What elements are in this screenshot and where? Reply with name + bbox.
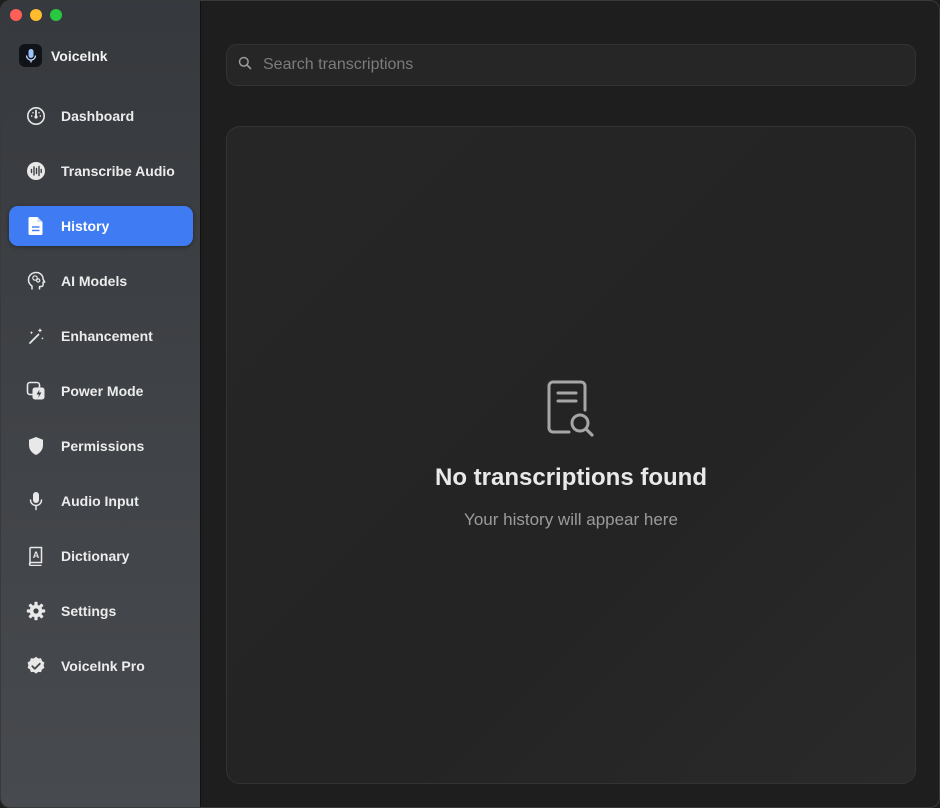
- sidebar-item-dictionary[interactable]: A Dictionary: [9, 536, 193, 576]
- app-brand: VoiceInk: [19, 44, 108, 67]
- power-mode-icon: [25, 380, 47, 402]
- app-window: VoiceInk Dashboard Transcribe Audio Hist…: [0, 0, 940, 808]
- empty-state: No transcriptions found Your history wil…: [227, 380, 915, 530]
- sidebar: VoiceInk Dashboard Transcribe Audio Hist…: [1, 1, 201, 807]
- app-name: VoiceInk: [51, 47, 108, 64]
- waveform-icon: [25, 160, 47, 182]
- empty-state-subtitle: Your history will appear here: [464, 510, 678, 529]
- main-content: No transcriptions found Your history wil…: [202, 1, 939, 807]
- sidebar-item-label: Power Mode: [61, 383, 144, 399]
- microphone-icon: [25, 490, 47, 512]
- sidebar-item-label: AI Models: [61, 273, 128, 289]
- sidebar-item-label: History: [61, 218, 110, 234]
- sidebar-nav: Dashboard Transcribe Audio History AI Mo…: [9, 96, 193, 701]
- sidebar-item-dashboard[interactable]: Dashboard: [9, 96, 193, 136]
- sidebar-item-label: Dictionary: [61, 548, 130, 564]
- sidebar-item-voiceink-pro[interactable]: VoiceInk Pro: [9, 646, 193, 686]
- history-panel: No transcriptions found Your history wil…: [226, 126, 916, 784]
- gauge-icon: [25, 105, 47, 127]
- window-controls: [10, 9, 62, 21]
- search-bar[interactable]: [226, 44, 916, 86]
- minimize-window-button[interactable]: [30, 9, 42, 21]
- sidebar-item-label: Audio Input: [61, 493, 139, 509]
- sidebar-item-label: Dashboard: [61, 108, 135, 124]
- sidebar-item-history[interactable]: History: [9, 206, 193, 246]
- app-logo-icon: [19, 44, 42, 67]
- maximize-window-button[interactable]: [50, 9, 62, 21]
- sidebar-item-settings[interactable]: Settings: [9, 591, 193, 631]
- verified-badge-icon: [25, 655, 47, 677]
- close-window-button[interactable]: [10, 9, 22, 21]
- shield-icon: [25, 435, 47, 457]
- sidebar-item-audio-input[interactable]: Audio Input: [9, 481, 193, 521]
- sidebar-item-permissions[interactable]: Permissions: [9, 426, 193, 466]
- svg-text:A: A: [33, 550, 40, 560]
- magic-wand-icon: [25, 325, 47, 347]
- sidebar-item-enhancement[interactable]: Enhancement: [9, 316, 193, 356]
- dictionary-icon: A: [25, 545, 47, 567]
- sidebar-item-power-mode[interactable]: Power Mode: [9, 371, 193, 411]
- sidebar-item-label: Enhancement: [61, 328, 153, 344]
- sidebar-item-label: Permissions: [61, 438, 145, 454]
- empty-state-title: No transcriptions found: [435, 464, 707, 491]
- document-icon: [25, 215, 47, 237]
- document-search-icon: [227, 380, 915, 438]
- search-input[interactable]: [261, 55, 865, 75]
- sidebar-item-label: VoiceInk Pro: [61, 658, 145, 674]
- brain-head-icon: [25, 270, 47, 292]
- sidebar-item-transcribe-audio[interactable]: Transcribe Audio: [9, 151, 193, 191]
- gear-icon: [25, 600, 47, 622]
- sidebar-item-label: Settings: [61, 603, 117, 619]
- search-icon: [238, 56, 252, 75]
- sidebar-item-ai-models[interactable]: AI Models: [9, 261, 193, 301]
- sidebar-item-label: Transcribe Audio: [61, 163, 175, 179]
